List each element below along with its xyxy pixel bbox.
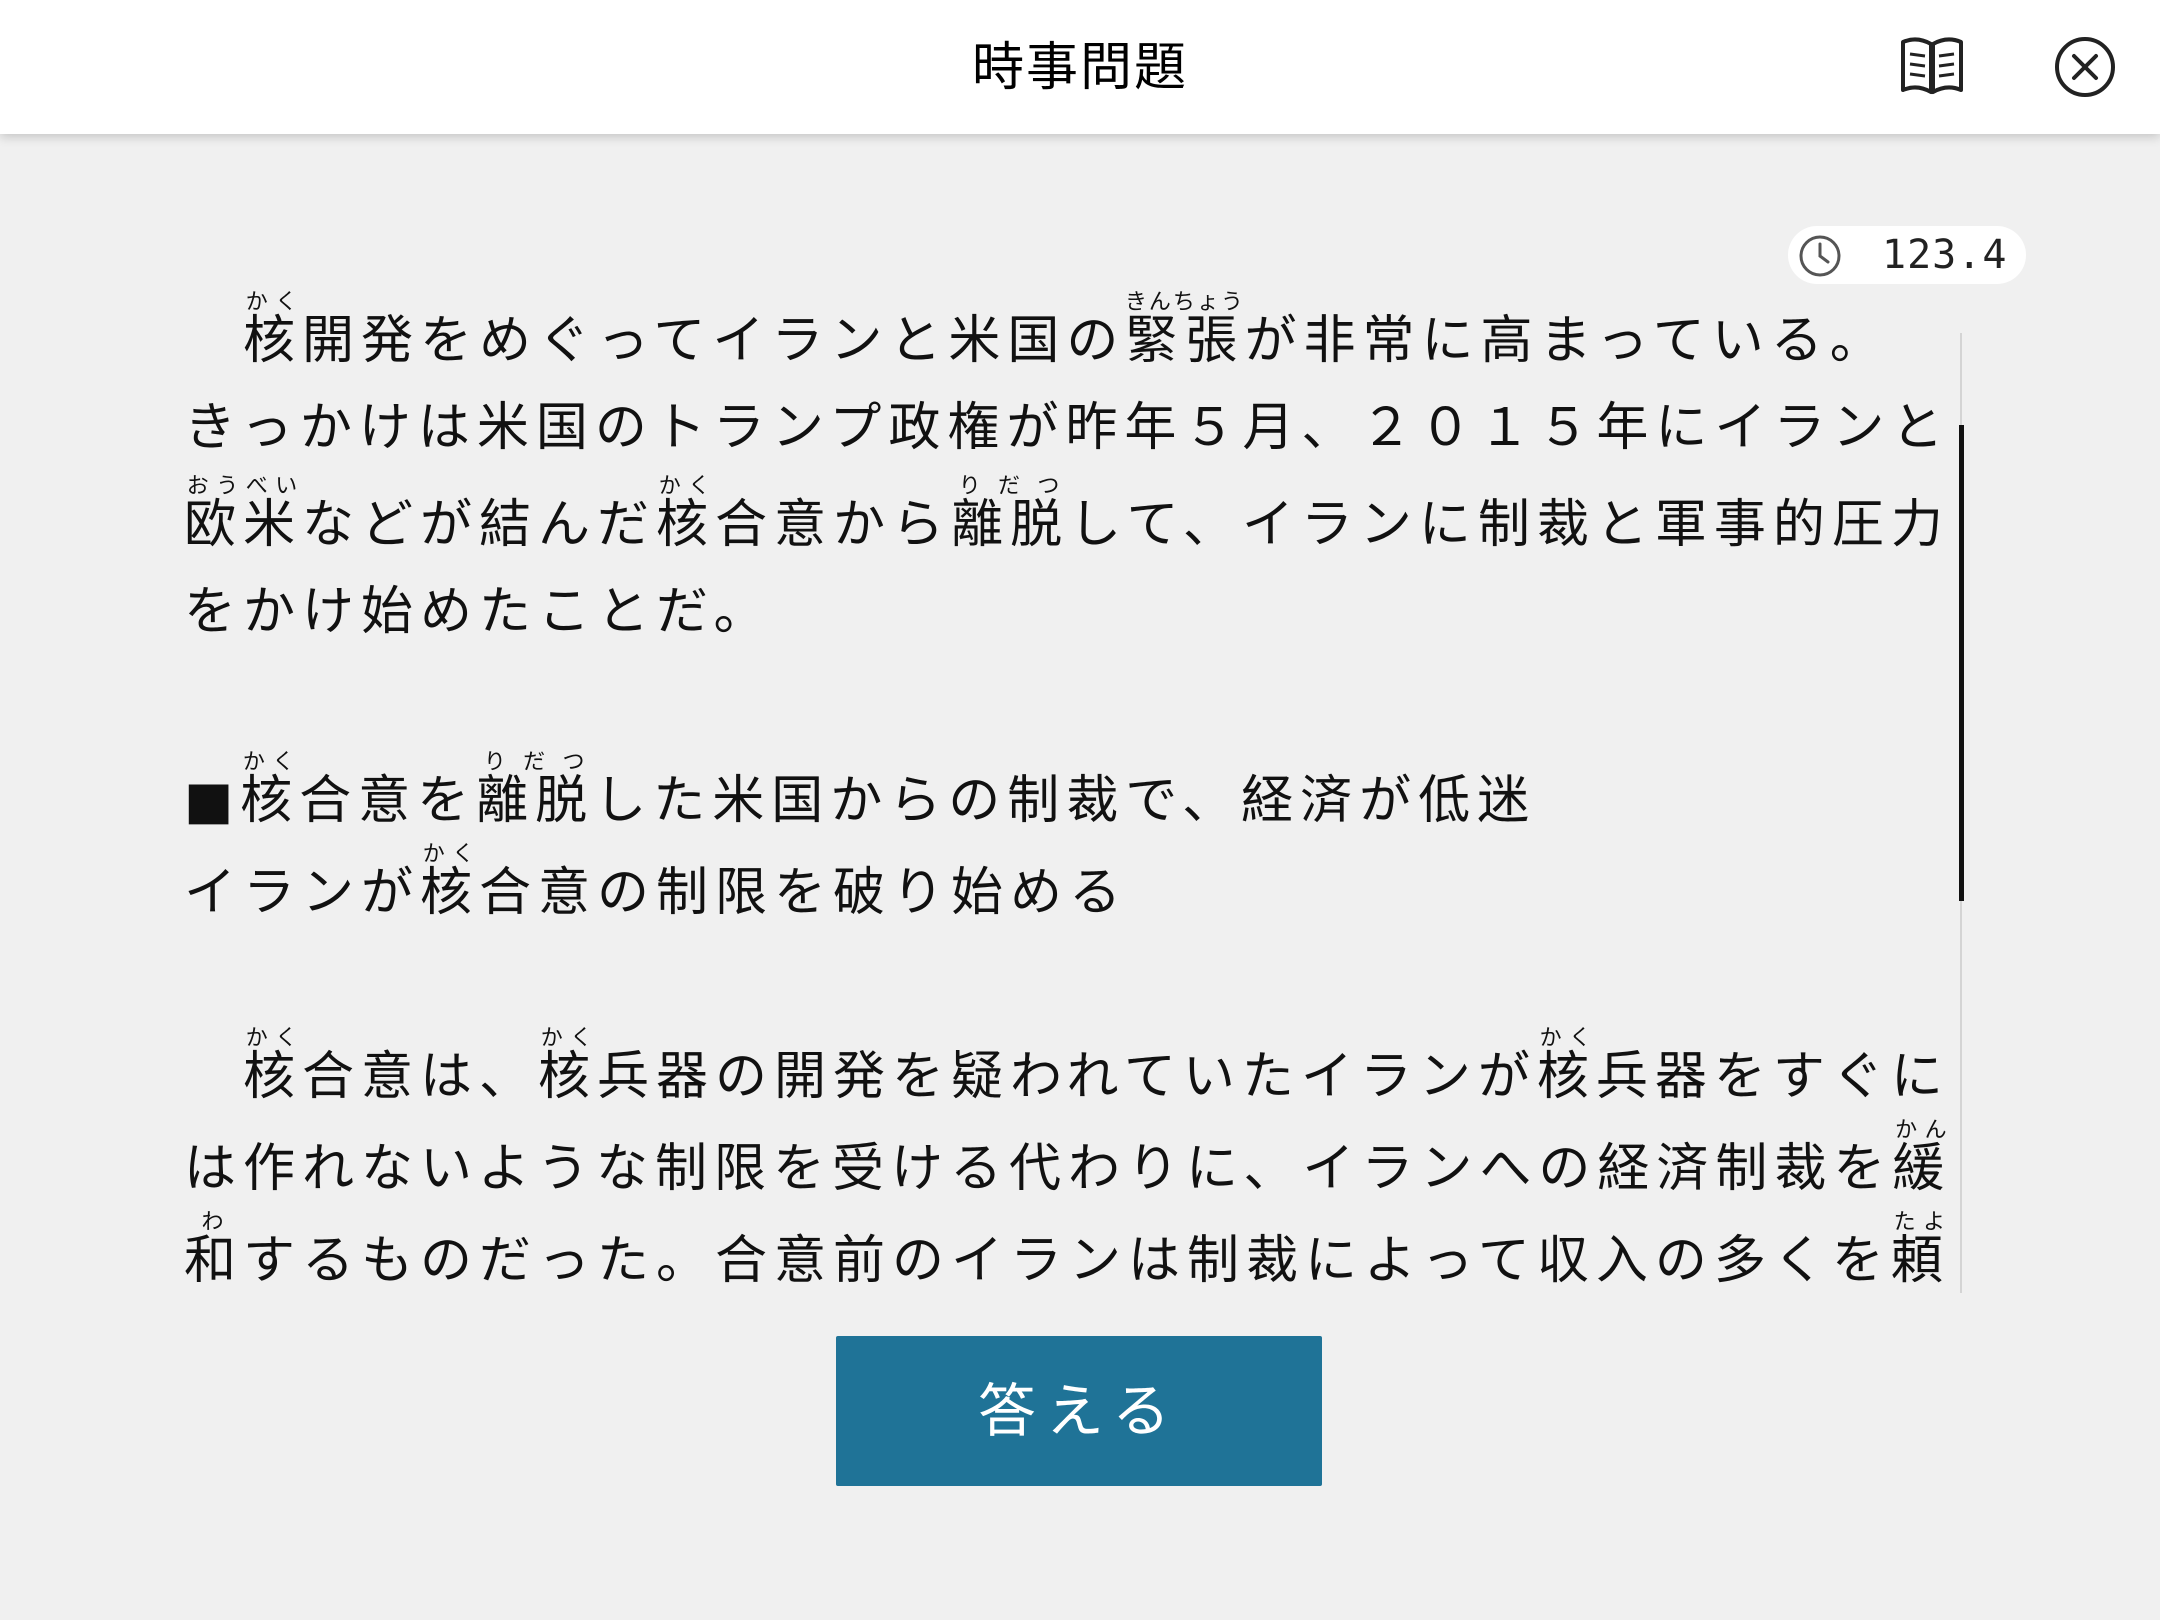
ruby-word: 核かく [656,474,716,555]
open-book-icon[interactable] [1895,30,1969,104]
header-bar: 時事問題 [0,0,2160,134]
text-line: 核かく開発をめぐってイランと米国の緊張きんちょうが非常に高まっている。 [243,290,1889,371]
article-content: 核かく開発をめぐってイランと米国の緊張きんちょうが非常に高まっている。 きっかけ… [184,290,1999,1293]
ruby-word: 緩かん [1892,1118,1952,1199]
close-icon[interactable] [2048,30,2122,104]
ruby-word: 核かく [1536,1026,1596,1107]
page-title: 時事問題 [971,38,1188,98]
article-text-view[interactable]: 核かく開発をめぐってイランと米国の緊張きんちょうが非常に高まっている。 きっかけ… [184,290,1999,1293]
text-line: をかけ始めたことだ。 [184,582,773,642]
ruby-word: 離脱りだつ [476,750,595,831]
clock-icon [1799,235,1841,277]
subheading-line: イランが核かく合意の制限を破り始める [184,842,1129,923]
ruby-word: 頼たよ [1890,1210,1950,1291]
ruby-word: 和わ [184,1210,244,1291]
ruby-word: 核かく [538,1026,598,1107]
text-line: 和わするものだった。合意前のイランは制裁によって収入の多くを頼たよ [184,1210,1950,1291]
ruby-word: 核かく [420,842,480,923]
ruby-word: 核かく [243,1026,303,1107]
text-line: 欧米おうべいなどが結んだ核かく合意から離脱りだつして、イランに制裁と軍事的圧力 [184,474,1950,555]
text-line: きっかけは米国のトランプ政権が昨年５月、２０１５年にイランと [184,398,1951,458]
ruby-word: 欧米おうべい [184,474,303,555]
ruby-word: 核かく [243,290,303,371]
ruby-word: 核かく [240,750,300,831]
text-line: 核かく合意は、核かく兵器の開発を疑われていたイランが核かく兵器をすぐに [243,1026,1950,1107]
ruby-word: 緊張きんちょう [1124,290,1245,371]
timer-value: 123.4 [1882,232,2008,278]
text-line: は作れないような制限を受ける代わりに、イランへの経済制裁を緩かん [184,1118,1952,1199]
ruby-word: 離脱りだつ [951,474,1070,555]
scrollbar-thumb[interactable] [1959,425,1964,901]
timer-badge: 123.4 [1788,226,2026,284]
answer-button[interactable]: 答える [836,1336,1322,1486]
subheading-line: ■核かく合意を離脱りだつした米国からの制裁で、経済が低迷 [184,750,1537,831]
